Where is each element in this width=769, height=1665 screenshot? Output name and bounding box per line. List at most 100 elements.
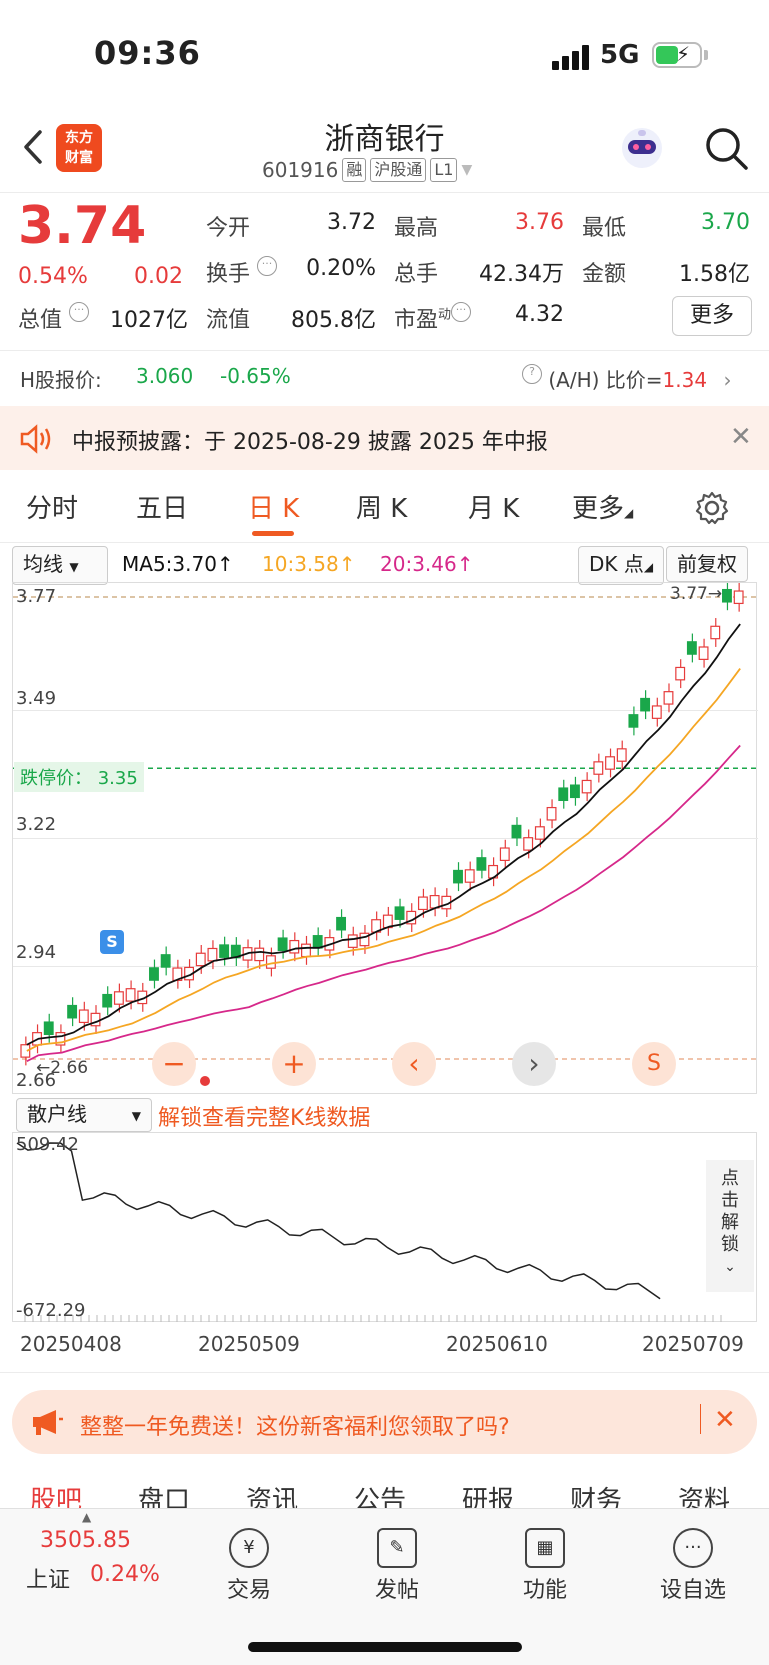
tab-intraday[interactable]: 分时 — [26, 488, 78, 525]
kline-chart[interactable] — [12, 582, 758, 1094]
battery-icon: ⚡ — [652, 42, 702, 68]
y-tick-label: 3.49 — [16, 688, 57, 709]
stock-subtitle[interactable]: 601916 融 沪股通 L1 ▼ — [262, 158, 472, 182]
tab-more[interactable]: 更多◢ — [572, 488, 633, 525]
min-price-marker: ←2.66 — [36, 1058, 89, 1078]
next-button[interactable]: › — [512, 1042, 556, 1086]
float-cap-value: 805.8亿 — [291, 308, 376, 333]
change-amount: 0.02 — [134, 264, 183, 289]
tab-guba[interactable]: 股吧 — [30, 1480, 82, 1508]
close-icon[interactable]: ✕ — [730, 422, 752, 452]
kline-svg — [13, 583, 758, 1066]
trade-button[interactable]: ¥ 交易 — [194, 1528, 304, 1604]
ma5-label: MA5:3.70↑ — [122, 552, 234, 576]
x-axis-label: 20250408 — [20, 1332, 122, 1356]
tab-five-day[interactable]: 五日 — [136, 488, 188, 525]
promo-close-icon[interactable]: ✕ — [714, 1405, 736, 1435]
candle-body — [593, 761, 604, 775]
candle-body — [453, 869, 463, 884]
market-cap-value: 1027亿 — [110, 308, 188, 333]
turnover-value: 0.20% — [306, 256, 376, 281]
tab-finance[interactable]: 财务 — [570, 1480, 622, 1508]
candle-body — [698, 646, 709, 660]
candle-body — [476, 857, 487, 871]
candle-body — [417, 896, 428, 911]
info-icon: ··· — [451, 302, 472, 322]
candle-body — [523, 837, 534, 851]
candle-body — [722, 588, 732, 603]
notice-text: 中报预披露：于 2025-08-29 披露 2025 年中报 — [72, 430, 548, 455]
candle-body — [710, 625, 721, 640]
lower-y-top: 509.42 — [16, 1134, 79, 1155]
pe-label[interactable]: 市盈动 ··· — [394, 302, 472, 334]
tab-news[interactable]: 资讯 — [246, 1480, 298, 1508]
add-watchlist-button[interactable]: ··· 设自选 — [638, 1528, 748, 1604]
index-value[interactable]: 3505.85 — [40, 1528, 131, 1553]
candle-body — [254, 947, 265, 962]
megaphone-icon — [30, 1407, 64, 1441]
adjust-select[interactable]: 前复权 — [666, 546, 748, 582]
pe-value: 4.32 — [515, 302, 564, 327]
s-toggle-button[interactable]: S — [632, 1042, 676, 1086]
tab-profile[interactable]: 资料 — [678, 1480, 730, 1508]
side-unlock-button[interactable]: 点 击 解 锁 ⌄ — [706, 1160, 754, 1292]
caret-up-icon: ▲ — [82, 1510, 92, 1524]
limit-down-label: 跌停价： 3.35 — [14, 762, 144, 792]
candle-body — [464, 869, 475, 883]
promo-text: 整整一年免费送！这份新客福利您领取了吗? — [80, 1415, 510, 1440]
candle-body — [663, 691, 674, 705]
hk-change: -0.65% — [220, 364, 291, 388]
candle-body — [640, 697, 651, 712]
candle-body — [394, 906, 405, 920]
zoom-out-button[interactable]: − — [152, 1042, 196, 1086]
indicator-select[interactable]: 均线 ▼ — [12, 546, 108, 585]
candle-body — [546, 806, 557, 821]
candle-body — [511, 824, 522, 839]
tab-research[interactable]: 研报 — [462, 1480, 514, 1508]
candle-body — [686, 641, 697, 655]
candle-body — [429, 895, 440, 909]
assistant-icon[interactable] — [618, 124, 666, 172]
low-label: 最低 — [582, 216, 627, 241]
home-indicator — [248, 1642, 522, 1652]
tab-orderbook[interactable]: 盘口 — [138, 1480, 190, 1508]
post-button[interactable]: ✎ 发帖 — [342, 1528, 452, 1604]
dk-point-select[interactable]: DK 点◢ — [578, 546, 665, 585]
info-icon: ··· — [69, 302, 90, 322]
candle-body — [289, 939, 300, 954]
candle-body — [43, 1021, 54, 1036]
y-tick-label: 3.77 — [16, 586, 57, 607]
tab-announcements[interactable]: 公告 — [354, 1480, 406, 1508]
settings-gear-icon[interactable] — [694, 490, 730, 530]
ma10-label: 10:3.58↑ — [262, 552, 356, 576]
candle-body — [113, 991, 124, 1005]
prev-button[interactable]: ‹ — [392, 1042, 436, 1086]
s-marker-icon[interactable]: S — [100, 930, 124, 954]
tab-daily-k[interactable]: 日 K — [248, 488, 299, 525]
candle-body — [207, 947, 218, 962]
candle-body — [277, 937, 288, 952]
ah-ratio[interactable]: ? (A/H) 比价=1.34 › — [522, 364, 731, 393]
x-axis-label: 20250509 — [198, 1332, 300, 1356]
float-cap-label: 流值 — [206, 308, 251, 333]
more-button[interactable]: 更多 — [672, 296, 752, 336]
ma20-label: 20:3.46↑ — [380, 552, 474, 576]
tab-monthly-k[interactable]: 月 K — [468, 488, 519, 525]
tab-weekly-k[interactable]: 周 K — [356, 488, 407, 525]
candle-body — [301, 943, 311, 958]
chevron-down-icon: ▼ — [461, 162, 473, 178]
lower-indicator-select[interactable]: 散户线 ▼ — [16, 1098, 152, 1132]
unlock-link[interactable]: 解锁查看完整K线数据 — [158, 1100, 370, 1132]
zoom-in-button[interactable]: + — [272, 1042, 316, 1086]
network-label: 5G — [600, 40, 640, 70]
hk-label: H股报价: — [20, 368, 102, 392]
turnover-label[interactable]: 换手 ··· — [206, 256, 278, 288]
y-tick-label: 3.22 — [16, 814, 57, 835]
candle-body — [733, 590, 744, 605]
search-icon[interactable] — [702, 124, 750, 172]
change-percent: 0.54% — [18, 264, 88, 289]
candle-body — [78, 1009, 89, 1024]
functions-button[interactable]: ▦ 功能 — [490, 1528, 600, 1604]
market-cap-label[interactable]: 总值 ··· — [18, 302, 90, 334]
status-time: 09:36 — [94, 34, 201, 72]
